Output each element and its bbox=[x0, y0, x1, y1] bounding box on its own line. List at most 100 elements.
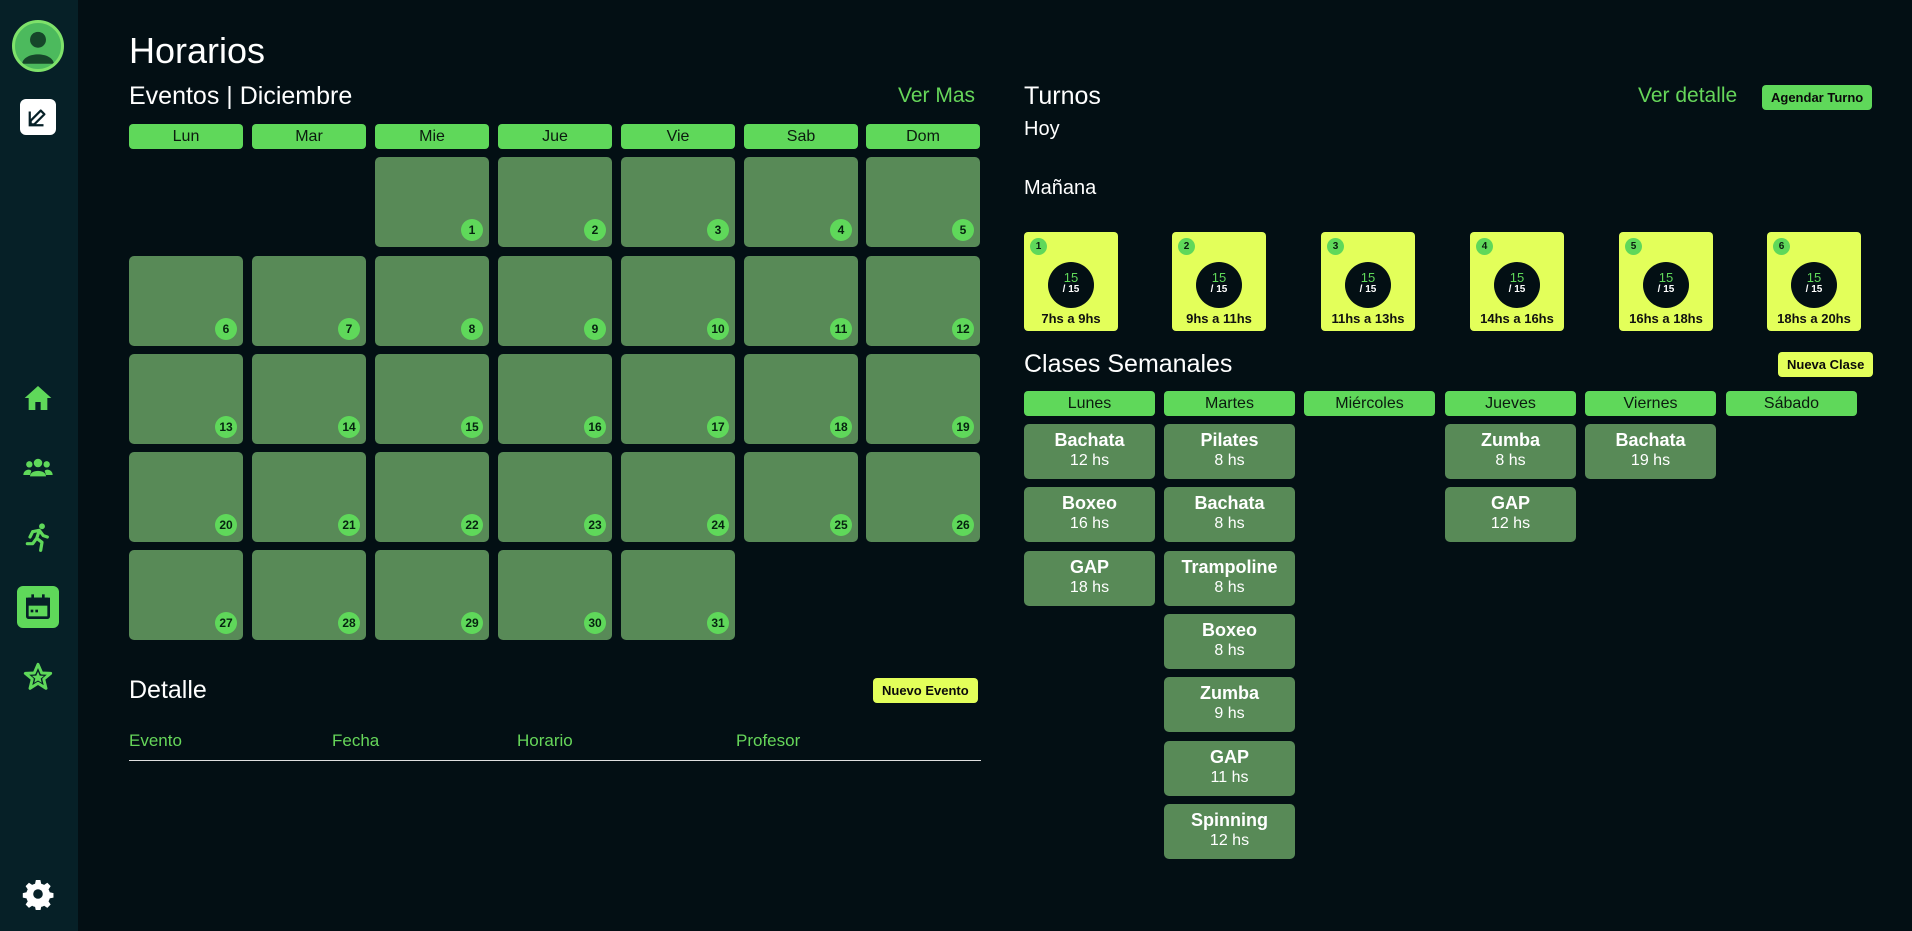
turno-card[interactable]: 1 15/ 15 7hs a 9hs bbox=[1024, 232, 1118, 331]
nav-users[interactable] bbox=[18, 447, 58, 487]
edit-button[interactable] bbox=[20, 99, 56, 135]
class-name: Boxeo bbox=[1201, 619, 1257, 640]
class-name: Zumba bbox=[1480, 430, 1540, 450]
calendar-day[interactable]: 15 bbox=[375, 354, 489, 444]
calendar-day-number: 20 bbox=[215, 514, 237, 536]
column-header-fecha: Fecha bbox=[332, 731, 380, 750]
calendar-day[interactable]: 21 bbox=[252, 452, 366, 542]
class-hour: 19 hs bbox=[1630, 452, 1671, 469]
manana-label: Mañana bbox=[1024, 177, 1097, 199]
home-icon bbox=[24, 386, 52, 410]
calendar-day[interactable]: 19 bbox=[866, 354, 980, 444]
turno-current: 15 bbox=[1509, 270, 1525, 285]
calendar-day[interactable]: 11 bbox=[744, 256, 858, 346]
calendar-day[interactable]: 7 bbox=[252, 256, 366, 346]
nueva-clase-button[interactable]: Nueva Clase bbox=[1778, 352, 1874, 377]
calendar-day-number: 26 bbox=[952, 514, 974, 536]
calendar-day[interactable]: 18 bbox=[744, 354, 858, 444]
class-hour: 12 hs bbox=[1490, 515, 1531, 533]
class-card[interactable]: GAP 18 hs bbox=[1024, 550, 1155, 606]
class-card[interactable]: Boxeo 16 hs bbox=[1024, 487, 1155, 543]
calendar-day[interactable]: 31 bbox=[621, 550, 735, 640]
class-card[interactable]: Zumba 9 hs bbox=[1164, 677, 1295, 733]
page-title: Horarios bbox=[129, 30, 266, 71]
calendar-day-number: 2 bbox=[584, 219, 606, 241]
turno-current: 15 bbox=[1658, 270, 1674, 285]
calendar-day[interactable]: 22 bbox=[375, 452, 489, 542]
weekday-header: Jue bbox=[498, 124, 612, 149]
class-card[interactable]: Zumba 8 hs bbox=[1445, 424, 1576, 479]
ver-mas-link[interactable]: Ver Mas bbox=[898, 84, 975, 108]
calendar-day[interactable]: 3 bbox=[621, 157, 735, 247]
ver-detalle-link[interactable]: Ver detalle bbox=[1638, 84, 1737, 108]
calendar-day[interactable]: 17 bbox=[621, 354, 735, 444]
class-card[interactable]: GAP 11 hs bbox=[1164, 740, 1295, 796]
calendar-day[interactable]: 24 bbox=[621, 452, 735, 542]
calendar-day[interactable]: 26 bbox=[866, 452, 980, 542]
weekday-class-header: Jueves bbox=[1445, 391, 1576, 416]
calendar-day[interactable]: 1 bbox=[375, 157, 489, 247]
calendar-day[interactable]: 23 bbox=[498, 452, 612, 542]
class-card[interactable]: Boxeo 8 hs bbox=[1164, 613, 1295, 669]
calendar-day[interactable]: 29 bbox=[375, 550, 489, 640]
agendar-turno-button[interactable]: Agendar Turno bbox=[1762, 85, 1873, 110]
turno-card[interactable]: 2 15/ 15 9hs a 11hs bbox=[1172, 232, 1266, 331]
calendar-day-number: 17 bbox=[707, 416, 729, 438]
calendar-day-number: 30 bbox=[584, 612, 606, 634]
class-card[interactable]: Trampoline 8 hs bbox=[1164, 550, 1295, 606]
turno-current: 15 bbox=[1806, 270, 1822, 285]
calendar-day[interactable]: 12 bbox=[866, 256, 980, 346]
nuevo-evento-button[interactable]: Nuevo Evento bbox=[873, 678, 978, 703]
calendar-day-number: 22 bbox=[461, 514, 483, 536]
calendar-day[interactable]: 16 bbox=[498, 354, 612, 444]
calendar-day[interactable]: 5 bbox=[866, 157, 980, 247]
column-header-profesor: Profesor bbox=[736, 731, 801, 750]
calendar-day[interactable]: 14 bbox=[252, 354, 366, 444]
weekday-header: Mie bbox=[375, 124, 489, 149]
class-card[interactable]: Bachata 19 hs bbox=[1585, 424, 1716, 479]
calendar-day[interactable]: 27 bbox=[129, 550, 243, 640]
class-hour: 8 hs bbox=[1214, 515, 1245, 533]
turno-card[interactable]: 5 15/ 15 16hs a 18hs bbox=[1619, 232, 1713, 331]
nav-home[interactable] bbox=[18, 378, 58, 418]
turno-time: 9hs a 11hs bbox=[1186, 311, 1252, 326]
calendar-day[interactable]: 10 bbox=[621, 256, 735, 346]
turno-total: / 15 bbox=[1359, 284, 1377, 295]
weekday-class-header: Martes bbox=[1164, 391, 1295, 416]
calendar-day[interactable]: 28 bbox=[252, 550, 366, 640]
turno-capacity: 15/ 15 bbox=[1196, 262, 1242, 308]
calendar-day[interactable]: 25 bbox=[744, 452, 858, 542]
calendar-day[interactable]: 20 bbox=[129, 452, 243, 542]
calendar-day-number: 28 bbox=[338, 612, 360, 634]
weekday-class-header: Lunes bbox=[1024, 391, 1155, 416]
turno-card[interactable]: 6 15/ 15 18hs a 20hs bbox=[1767, 232, 1861, 331]
weekday-header: Mar bbox=[252, 124, 366, 149]
calendar-day[interactable]: 6 bbox=[129, 256, 243, 346]
class-card[interactable]: GAP 12 hs bbox=[1445, 487, 1576, 543]
calendar-day[interactable]: 13 bbox=[129, 354, 243, 444]
class-name: Bachata bbox=[1194, 493, 1265, 514]
nav-activities[interactable] bbox=[18, 517, 58, 557]
calendar-day[interactable]: 8 bbox=[375, 256, 489, 346]
turno-time: 7hs a 9hs bbox=[1041, 311, 1101, 326]
class-card[interactable]: Bachata 12 hs bbox=[1024, 424, 1155, 479]
turno-card[interactable]: 3 15/ 15 11hs a 13hs bbox=[1321, 232, 1415, 331]
calendar-day[interactable]: 2 bbox=[498, 157, 612, 247]
calendar-day-number: 19 bbox=[952, 416, 974, 438]
user-avatar[interactable] bbox=[12, 20, 64, 72]
nav-schedule[interactable] bbox=[17, 586, 59, 628]
nav-settings[interactable] bbox=[18, 874, 58, 914]
calendar-day[interactable]: 9 bbox=[498, 256, 612, 346]
class-card[interactable]: Bachata 8 hs bbox=[1164, 487, 1295, 543]
calendar-day[interactable]: 4 bbox=[744, 157, 858, 247]
class-hour: 9 hs bbox=[1214, 705, 1245, 723]
calendar-day-number: 8 bbox=[461, 318, 483, 340]
edit-icon bbox=[28, 109, 46, 127]
class-card[interactable]: Spinning 12 hs bbox=[1164, 803, 1295, 859]
turno-card[interactable]: 4 15/ 15 14hs a 16hs bbox=[1470, 232, 1564, 331]
class-card[interactable]: Pilates 8 hs bbox=[1164, 424, 1295, 479]
calendar-day[interactable]: 30 bbox=[498, 550, 612, 640]
turno-total: / 15 bbox=[1508, 284, 1526, 295]
nav-favorites[interactable] bbox=[18, 657, 58, 697]
turno-total: / 15 bbox=[1210, 284, 1228, 295]
